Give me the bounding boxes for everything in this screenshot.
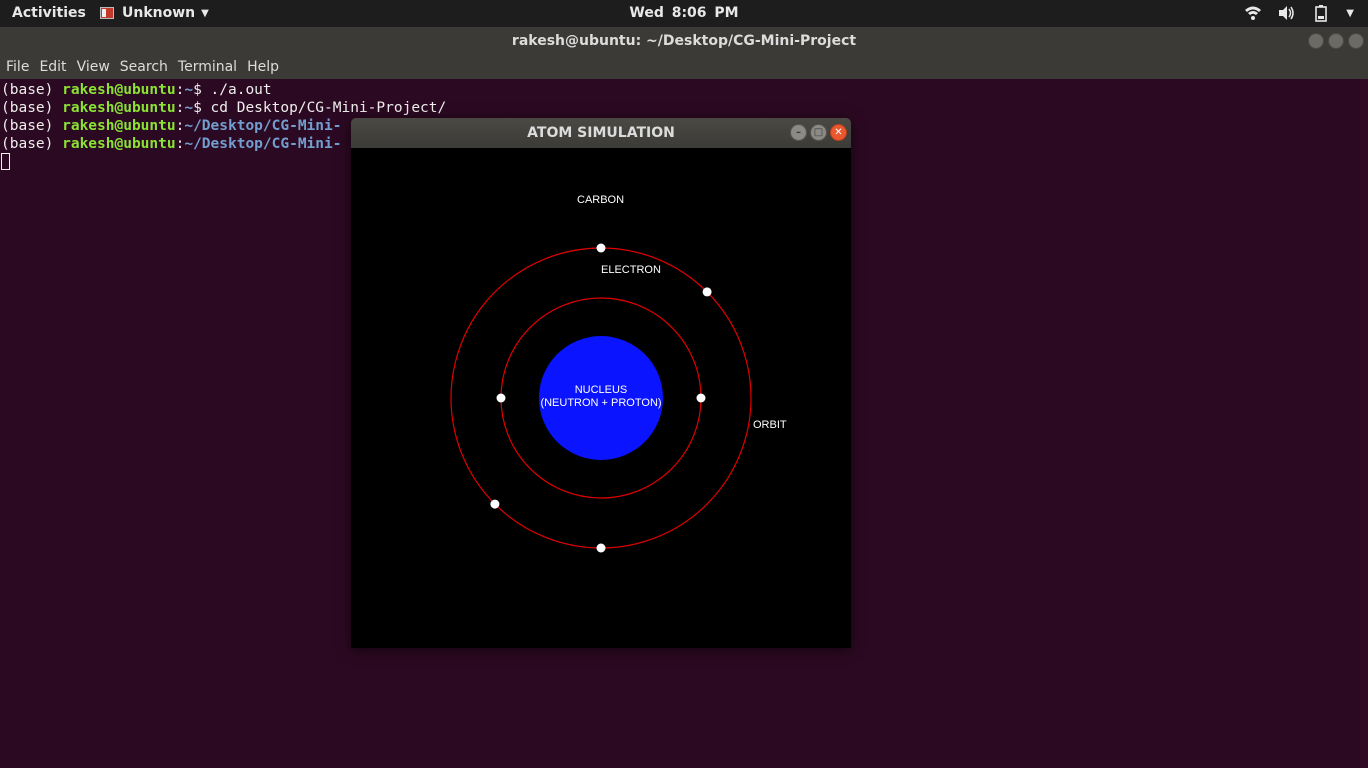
wifi-icon[interactable] [1244,4,1262,22]
orbit-label: ORBIT [753,419,787,431]
minimize-button[interactable] [1308,33,1324,49]
electron [702,287,712,297]
electron [696,393,706,403]
clock[interactable]: Wed 8:06 PM [0,5,1368,21]
terminal-line: (base) rakesh@ubuntu:~$ ./a.out [1,82,272,98]
nucleus-label: NUCLEUS [575,384,628,396]
atom-simulation-window[interactable]: ATOM SIMULATION – □ ✕ CARBON ELECTRON OR… [351,118,851,648]
atom-window-controls: – □ ✕ [790,124,847,141]
battery-icon[interactable] [1312,4,1330,22]
close-button[interactable] [1348,33,1364,49]
close-button[interactable]: ✕ [830,124,847,141]
volume-icon[interactable] [1278,4,1296,22]
maximize-button[interactable] [1328,33,1344,49]
scrollbar[interactable] [1360,79,1368,768]
electron [596,243,606,253]
text-cursor [1,153,10,170]
atom-window-title: ATOM SIMULATION [527,125,675,141]
window-controls [1308,33,1364,49]
menu-view[interactable]: View [77,56,118,79]
menu-file[interactable]: File [6,56,37,79]
element-label: CARBON [577,194,624,206]
menu-terminal[interactable]: Terminal [178,56,245,79]
menu-edit[interactable]: Edit [39,56,74,79]
terminal-menubar: File Edit View Search Terminal Help [0,56,1368,79]
menu-search[interactable]: Search [120,56,176,79]
maximize-button[interactable]: □ [810,124,827,141]
minimize-button[interactable]: – [790,124,807,141]
menu-help[interactable]: Help [247,56,287,79]
atom-window-titlebar[interactable]: ATOM SIMULATION – □ ✕ [351,118,851,148]
chevron-down-icon[interactable]: ▼ [1346,8,1354,19]
terminal-line: (base) rakesh@ubuntu:~$ cd Desktop/CG-Mi… [1,100,447,116]
system-tray[interactable]: ▼ [1244,4,1354,22]
top-panel: Activities Unknown ▼ Wed 8:06 PM ▼ [0,0,1368,27]
electron [496,393,506,403]
electron-label: ELECTRON [601,264,661,276]
terminal-titlebar[interactable]: rakesh@ubuntu: ~/Desktop/CG-Mini-Project [0,27,1368,56]
electron [490,499,500,509]
nucleus-sublabel: (NEUTRON + PROTON) [540,397,661,409]
window-title: rakesh@ubuntu: ~/Desktop/CG-Mini-Project [511,33,857,49]
electron [596,543,606,553]
atom-canvas[interactable]: CARBON ELECTRON ORBIT NUCLEUS (NEUTRON +… [351,148,851,648]
